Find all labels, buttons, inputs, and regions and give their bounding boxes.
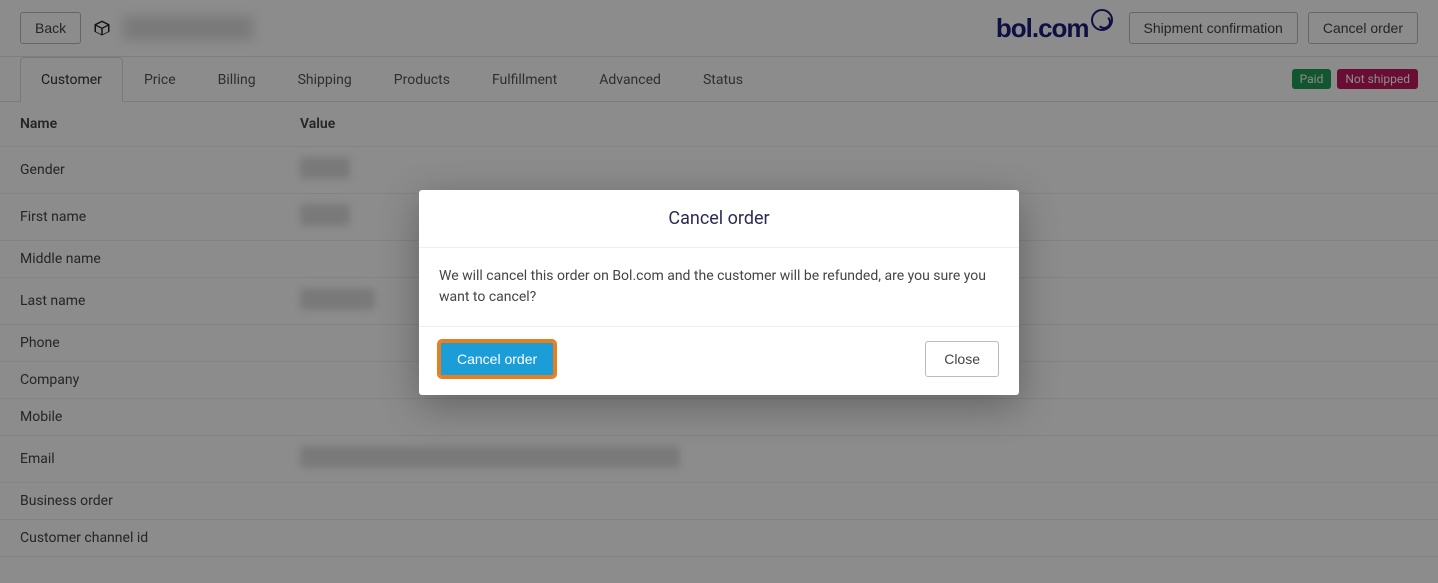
cancel-order-modal: Cancel order We will cancel this order o… (419, 190, 1019, 395)
modal-body: We will cancel this order on Bol.com and… (419, 248, 1019, 327)
close-modal-button[interactable]: Close (925, 341, 999, 377)
modal-overlay[interactable]: Cancel order We will cancel this order o… (0, 0, 1438, 583)
modal-title: Cancel order (419, 190, 1019, 248)
confirm-cancel-order-button[interactable]: Cancel order (439, 341, 555, 377)
modal-footer: Cancel order Close (419, 327, 1019, 395)
